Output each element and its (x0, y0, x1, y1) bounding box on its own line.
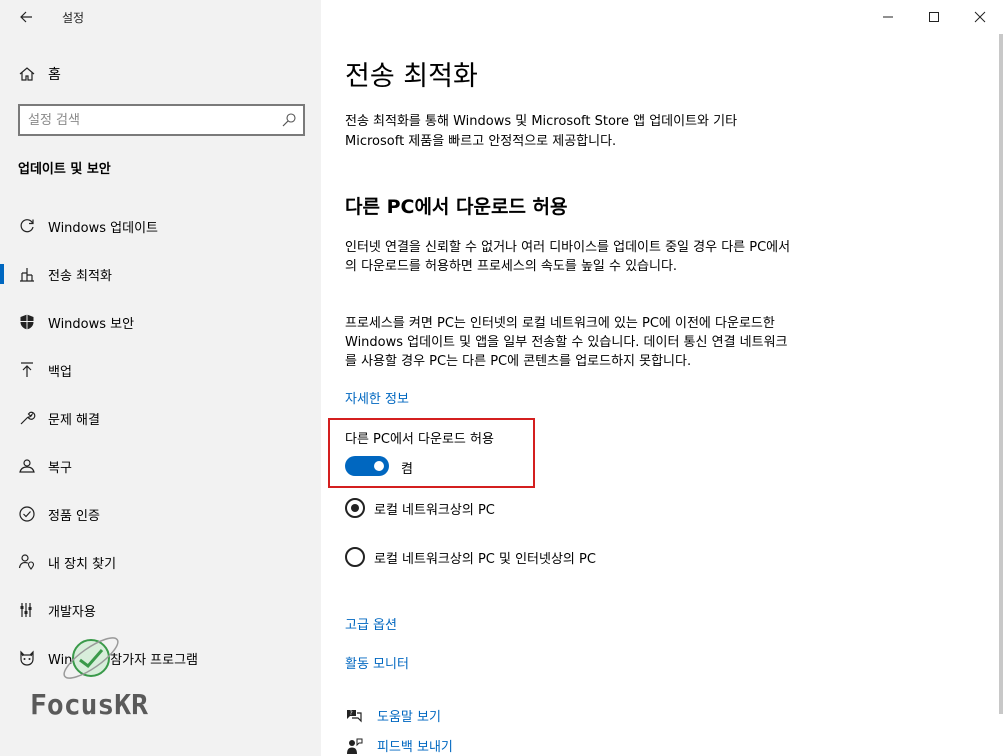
check-circle-icon (18, 505, 36, 523)
feedback-person-icon (347, 738, 363, 754)
sidebar-item-backup[interactable]: 백업 (0, 346, 321, 394)
minimize-button[interactable] (865, 0, 911, 34)
main-content: 전송 최적화 전송 최적화를 통해 Windows 및 Microsoft St… (321, 0, 1003, 756)
page-title: 전송 최적화 (345, 61, 478, 92)
maximize-button[interactable] (911, 0, 957, 34)
sidebar-item-label: 백업 (48, 364, 72, 380)
back-button[interactable] (14, 6, 38, 28)
info-paragraph-2: 프로세스를 켜면 PC는 인터넷의 로컬 네트워크에 있는 PC에 이전에 다운… (345, 316, 788, 369)
title-bar: 설정 (0, 0, 321, 34)
shield-icon (18, 313, 36, 331)
section-subheading: 다른 PC에서 다운로드 허용 (345, 196, 568, 218)
sidebar-item-label: 복구 (48, 460, 72, 476)
back-arrow-icon (20, 11, 32, 23)
sidebar-item-label: Windows 보안 (48, 316, 135, 332)
allow-downloads-toggle[interactable] (345, 456, 389, 476)
learn-more-link[interactable]: 자세한 정보 (345, 388, 409, 407)
radio-local-network[interactable]: 로컬 네트워크상의 PC (345, 498, 495, 518)
watermark-text: FocusKR (30, 688, 149, 721)
backup-arrow-icon (18, 361, 36, 379)
home-icon (19, 67, 35, 81)
radio-button-unchecked[interactable] (345, 547, 365, 567)
home-label: 홈 (48, 67, 61, 83)
maximize-icon (929, 12, 939, 22)
sidebar-item-find-my-device[interactable]: 내 장치 찾기 (0, 538, 321, 586)
feedback-label: 피드백 보내기 (377, 740, 453, 755)
sidebar-item-windows-security[interactable]: Windows 보안 (0, 298, 321, 346)
sidebar-item-label: 내 장치 찾기 (48, 556, 117, 572)
radio-label: 로컬 네트워크상의 PC (374, 502, 495, 518)
delivery-optimization-icon (18, 265, 36, 283)
advanced-options-link[interactable]: 고급 옵션 (345, 614, 397, 633)
activity-monitor-link[interactable]: 활동 모니터 (345, 653, 409, 672)
watermark-logo: FocusKR (26, 628, 166, 738)
radio-button-checked[interactable] (345, 498, 365, 518)
recovery-icon (18, 457, 36, 475)
sidebar-item-label: 문제 해결 (48, 412, 100, 428)
section-heading: 업데이트 및 보안 (18, 162, 111, 177)
search-icon[interactable] (281, 112, 297, 128)
sidebar-item-windows-update[interactable]: Windows 업데이트 (0, 202, 321, 250)
sidebar-item-recovery[interactable]: 복구 (0, 442, 321, 490)
sidebar-item-label: 정품 인증 (48, 508, 100, 524)
scrollbar[interactable] (999, 34, 1003, 714)
wrench-icon (18, 409, 36, 427)
sidebar-item-delivery-optimization[interactable]: 전송 최적화 (0, 250, 321, 298)
developer-tools-icon (18, 601, 36, 619)
sidebar-item-troubleshoot[interactable]: 문제 해결 (0, 394, 321, 442)
toggle-label: 다른 PC에서 다운로드 허용 (345, 432, 494, 447)
sidebar-nav: Windows 업데이트 전송 최적화 Windows 보안 백업 문제 해결 (0, 202, 321, 682)
get-help-link[interactable]: ? 도움말 보기 (345, 706, 441, 725)
get-help-label: 도움말 보기 (377, 710, 441, 725)
sidebar-item-label: 개발자용 (48, 604, 96, 620)
close-icon (974, 11, 986, 23)
toggle-state-text: 켬 (401, 462, 413, 477)
app-title: 설정 (62, 11, 85, 25)
sidebar-item-label: Windows 업데이트 (48, 220, 159, 236)
radio-label: 로컬 네트워크상의 PC 및 인터넷상의 PC (374, 551, 596, 567)
search-box[interactable] (18, 104, 305, 136)
info-paragraph-1: 인터넷 연결을 신뢰할 수 없거나 여러 디바이스를 업데이트 중일 경우 다른… (345, 240, 791, 274)
sidebar-item-for-developers[interactable]: 개발자용 (0, 586, 321, 634)
radio-local-and-internet[interactable]: 로컬 네트워크상의 PC 및 인터넷상의 PC (345, 547, 596, 567)
toggle-knob (374, 461, 384, 471)
sidebar-item-label: 전송 최적화 (48, 268, 112, 284)
globe-logo-icon (63, 637, 119, 679)
sidebar-item-activation[interactable]: 정품 인증 (0, 490, 321, 538)
svg-text:?: ? (350, 710, 353, 717)
window-controls (865, 0, 1003, 34)
person-location-icon (18, 553, 36, 571)
refresh-icon (18, 217, 36, 235)
feedback-link[interactable]: 피드백 보내기 (345, 736, 453, 755)
close-button[interactable] (957, 0, 1003, 34)
search-input[interactable] (20, 106, 270, 134)
help-chat-icon: ? (347, 709, 362, 722)
minimize-icon (883, 16, 893, 18)
page-description: 전송 최적화를 통해 Windows 및 Microsoft Store 앱 업… (345, 114, 738, 149)
home-nav-item[interactable]: 홈 (18, 62, 61, 86)
sidebar: 설정 홈 업데이트 및 보안 Windows 업데이트 전송 최적화 (0, 0, 321, 756)
